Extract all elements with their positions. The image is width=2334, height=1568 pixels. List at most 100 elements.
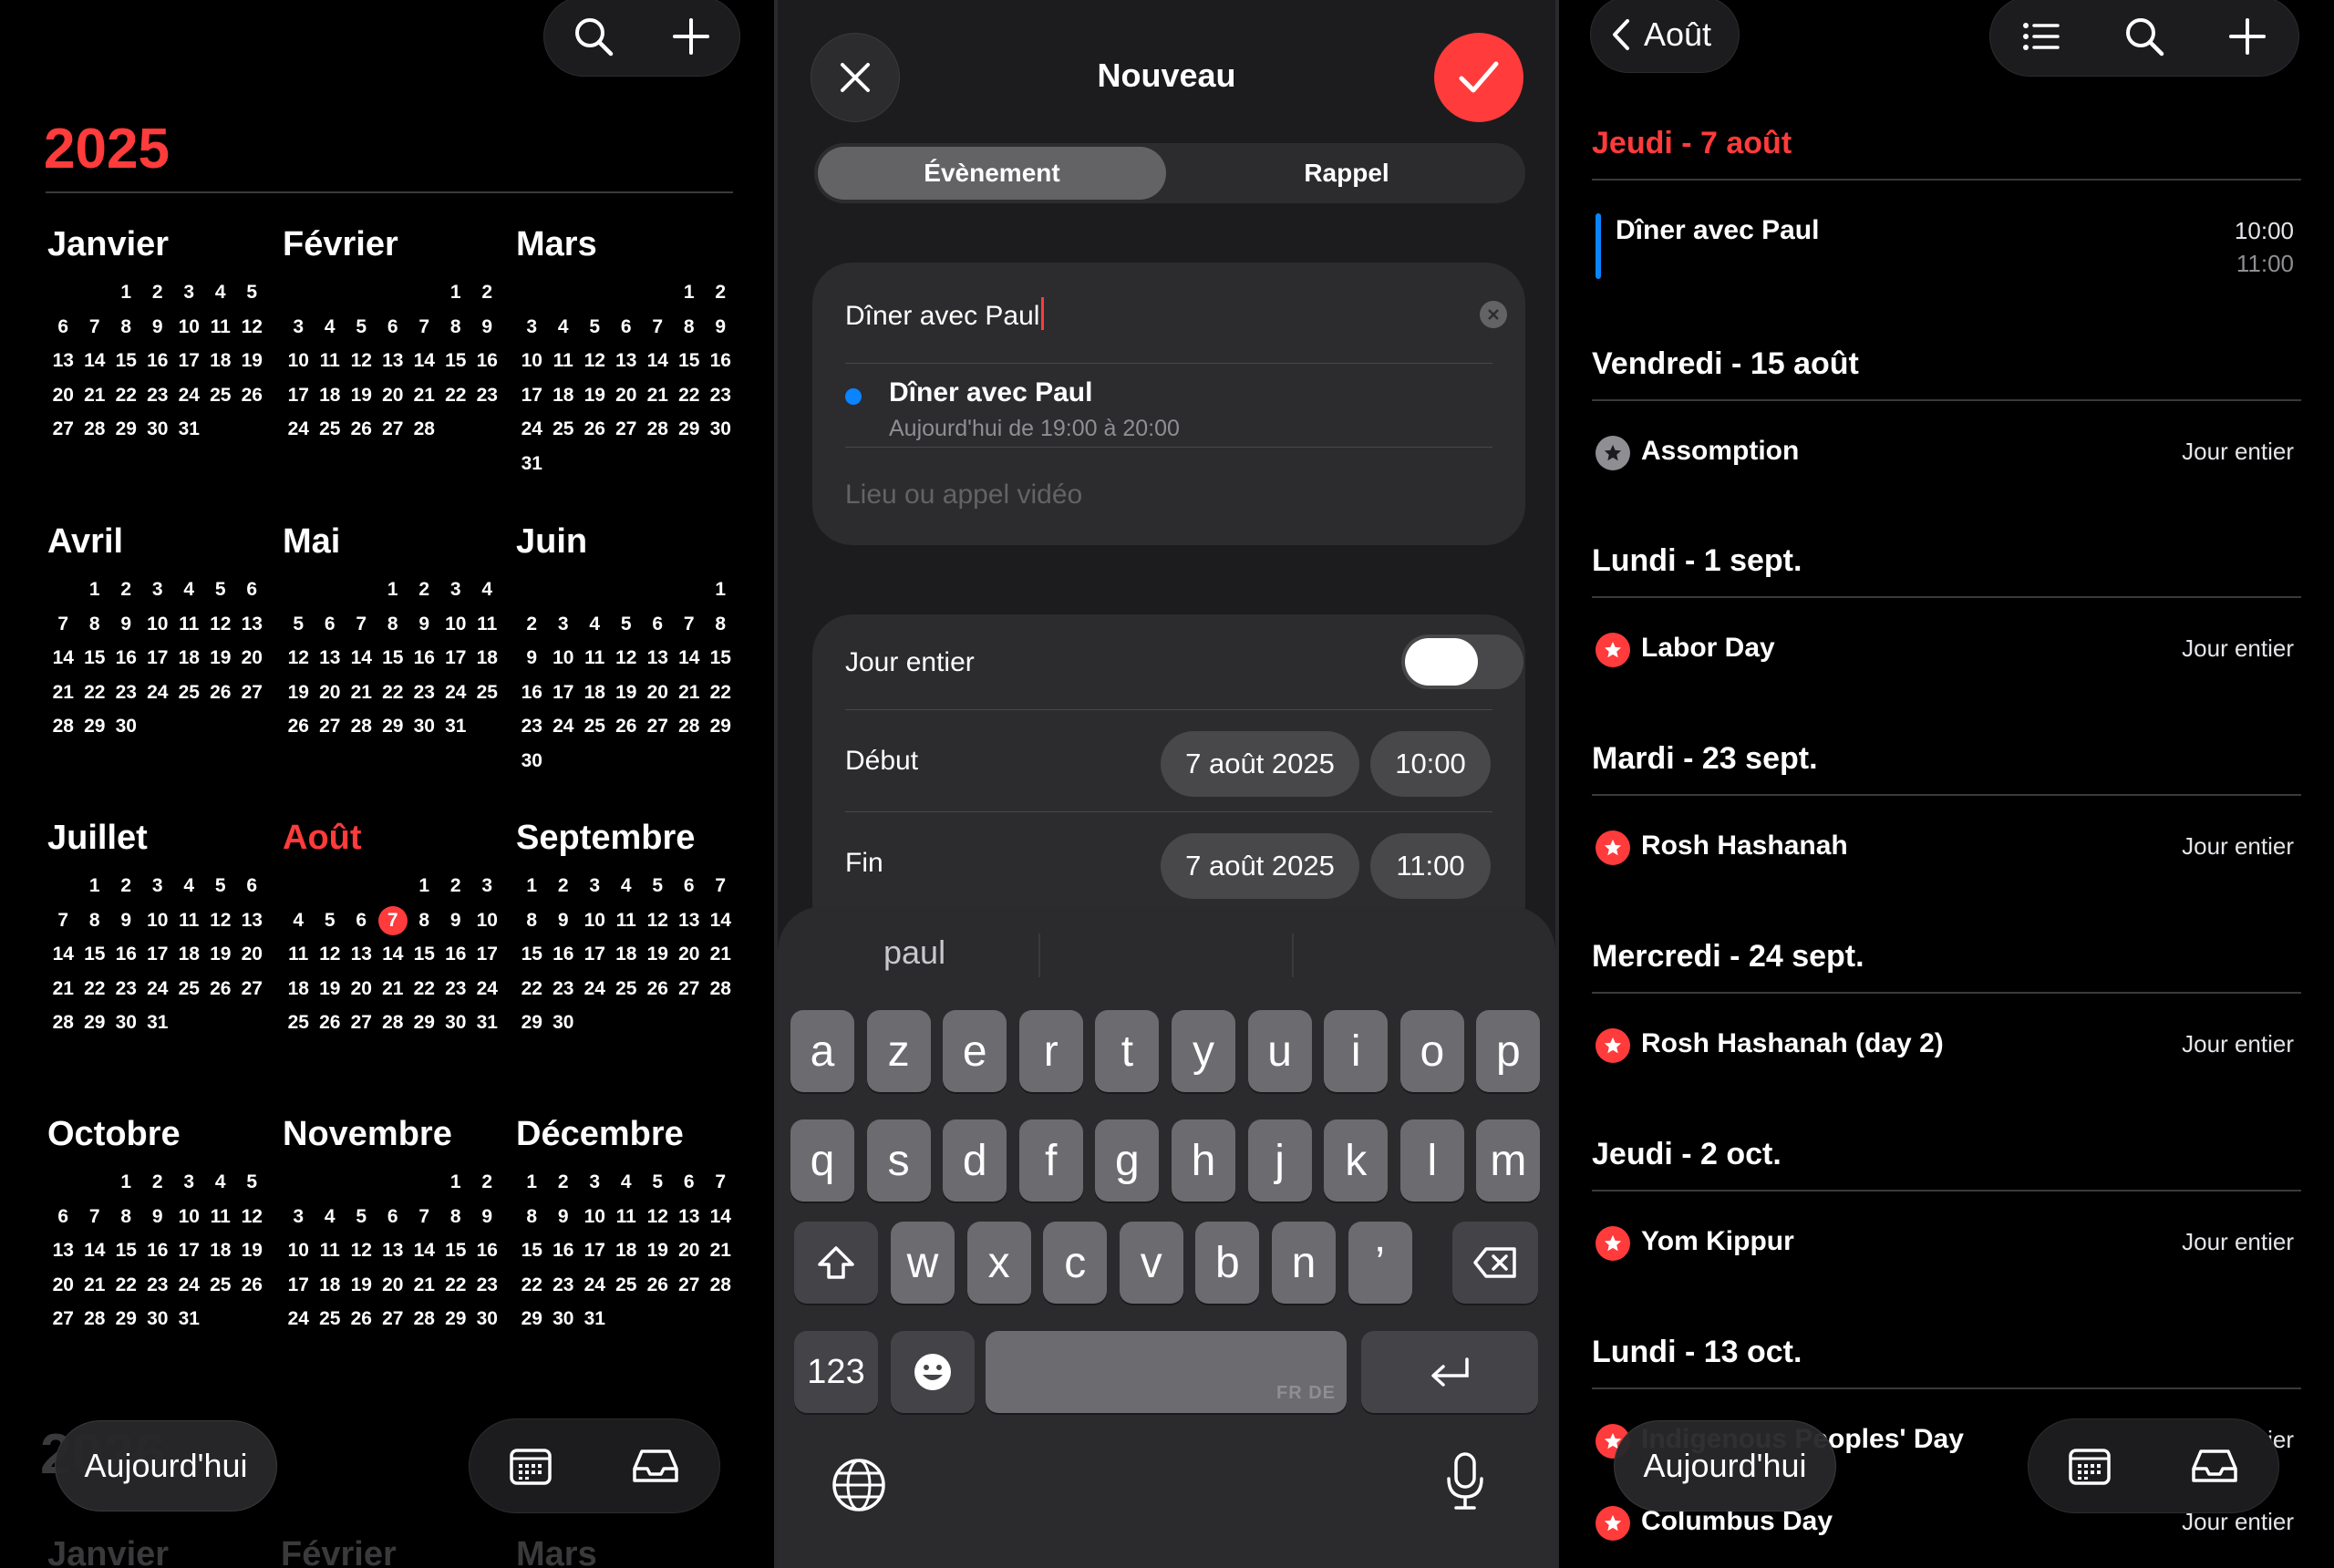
day-cell: 11 — [553, 350, 573, 371]
key-t[interactable]: t — [1095, 1010, 1160, 1092]
month-block[interactable]: Mars 1 2 3 4 5 6 7 8 9 10 11 12 13 14 15 16 17 18 19 20 21 22 2… — [516, 222, 744, 480]
month-block[interactable]: Janvier 1 2 3 4 5 6 7 8 9 10 11 12 13 14 15 16 17 18 19 20 21… — [47, 222, 275, 447]
key-j[interactable]: j — [1247, 1119, 1312, 1202]
list-icon[interactable] — [2021, 20, 2061, 53]
text-cursor — [1041, 297, 1045, 330]
plus-icon[interactable] — [2227, 16, 2267, 57]
numbers-key[interactable]: 123 — [794, 1331, 878, 1413]
event-title[interactable]: Yom Kippur — [1641, 1226, 1794, 1257]
day-cell: 16 — [709, 350, 731, 371]
back-button[interactable]: Août — [1590, 0, 1740, 73]
day-cell: 22 — [115, 1274, 137, 1295]
title-input[interactable]: Dîner avec Paul — [845, 297, 1045, 332]
key-u[interactable]: u — [1247, 1010, 1312, 1092]
keyboard-suggestion[interactable]: paul — [883, 934, 945, 972]
month-block[interactable]: Avril 1 2 3 4 5 6 7 8 9 10 11 12 13 14 15 16 17 18 19 20 21 22… — [47, 520, 275, 744]
key-c[interactable]: c — [1043, 1222, 1108, 1304]
start-date-button[interactable]: 7 août 2025 — [1161, 731, 1359, 797]
day-cell: 24 — [584, 977, 605, 999]
day-cell: 4 — [214, 1171, 226, 1192]
microphone-icon[interactable] — [1443, 1451, 1487, 1511]
day-cell: 9 — [120, 613, 132, 634]
day-cell: 10 — [521, 350, 542, 371]
month-block[interactable]: Octobre 1 2 3 4 5 6 7 8 9 10 11 12 13 14 15 16 17 18 19 20 21… — [47, 1112, 275, 1336]
key-l[interactable]: l — [1399, 1119, 1464, 1202]
key-b[interactable]: b — [1195, 1222, 1260, 1304]
day-cell: 14 — [84, 1240, 106, 1261]
start-time-button[interactable]: 10:00 — [1370, 731, 1491, 797]
key-n[interactable]: n — [1272, 1222, 1336, 1304]
key-w[interactable]: w — [891, 1222, 955, 1304]
key-r[interactable]: r — [1018, 1010, 1083, 1092]
month-block[interactable]: Juillet 1 2 3 4 5 6 7 8 9 10 11 12 13 14 15 16 17 18 19 20 21… — [47, 816, 275, 1040]
inbox-icon[interactable] — [631, 1447, 680, 1485]
key-h[interactable]: h — [1172, 1119, 1235, 1202]
today-button[interactable]: Aujourd'hui — [1614, 1420, 1836, 1511]
plus-icon[interactable] — [671, 16, 711, 57]
key-z[interactable]: z — [866, 1010, 931, 1092]
key-d[interactable]: d — [943, 1119, 1007, 1202]
month-block[interactable]: Décembre 1 2 3 4 5 6 7 8 9 10 11 12 13 14 15 16 17 18 19 20 2… — [516, 1112, 744, 1336]
emoji-key[interactable] — [891, 1331, 975, 1413]
month-block[interactable]: Novembre 1 2 3 4 5 6 7 8 9 10 11 12 13 14 15 16 17 18 19 20 2… — [283, 1112, 511, 1336]
key-y[interactable]: y — [1172, 1010, 1235, 1092]
event-title[interactable]: Rosh Hashanah (day 2) — [1641, 1028, 1944, 1059]
segment-reminder[interactable]: Rappel — [1172, 147, 1522, 200]
backspace-key[interactable] — [1452, 1222, 1538, 1304]
year-title[interactable]: 2025 — [44, 117, 170, 181]
key-s[interactable]: s — [866, 1119, 931, 1202]
calendar-icon[interactable] — [2068, 1446, 2112, 1486]
search-icon[interactable] — [573, 15, 614, 57]
day-cell: 17 — [445, 647, 467, 668]
day-cell: 10 — [287, 350, 309, 371]
key-o[interactable]: o — [1399, 1010, 1464, 1092]
month-block[interactable]: Juin 1 2 3 4 5 6 7 8 9 10 11 12 13 14 15 16 17 18 19 20 21 22 2… — [516, 520, 744, 778]
day-cell: 8 — [683, 315, 695, 337]
day-cell: 30 — [709, 418, 731, 439]
calendar-icon[interactable] — [509, 1446, 553, 1486]
key-i[interactable]: i — [1324, 1010, 1389, 1092]
location-input[interactable]: Lieu ou appel vidéo — [845, 480, 1082, 511]
key-apostrophe[interactable]: ’ — [1348, 1222, 1412, 1304]
search-icon[interactable] — [2123, 15, 2165, 57]
end-date-button[interactable]: 7 août 2025 — [1161, 833, 1359, 899]
space-key[interactable]: FR DE — [986, 1331, 1347, 1413]
today-button[interactable]: Aujourd'hui — [55, 1420, 277, 1511]
key-x[interactable]: x — [966, 1222, 1031, 1304]
return-key[interactable] — [1361, 1331, 1538, 1413]
event-title[interactable]: Dîner avec Paul — [1616, 215, 1819, 246]
key-m[interactable]: m — [1476, 1119, 1541, 1202]
day-cell: 18 — [476, 647, 498, 668]
event-title[interactable]: Labor Day — [1641, 633, 1775, 664]
key-e[interactable]: e — [943, 1010, 1007, 1092]
month-block[interactable]: Août 1 2 3 4 5 6 7 8 9 10 11 12 13 14 15 16 17 18 19 20 21 22 2… — [283, 816, 511, 1040]
key-p[interactable]: p — [1476, 1010, 1541, 1092]
globe-icon[interactable] — [831, 1457, 887, 1513]
day-cell: 13 — [646, 647, 668, 668]
day-cell: 8 — [88, 613, 100, 634]
month-block[interactable]: Février 1 2 3 4 5 6 7 8 9 10 11 12 13 14 15 16 17 18 19 20 21… — [283, 222, 511, 447]
key-g[interactable]: g — [1095, 1119, 1160, 1202]
clear-text-button[interactable] — [1480, 301, 1507, 328]
event-suggestion[interactable]: Dîner avec Paul Aujourd'hui de 19:00 à 2… — [812, 365, 1525, 445]
key-q[interactable]: q — [790, 1119, 854, 1202]
event-title[interactable]: Assomption — [1641, 436, 1799, 467]
key-f[interactable]: f — [1018, 1119, 1083, 1202]
end-time-button[interactable]: 11:00 — [1370, 833, 1491, 899]
segment-event[interactable]: Évènement — [818, 147, 1166, 200]
empty-cell — [346, 573, 377, 607]
key-a[interactable]: a — [790, 1010, 854, 1092]
month-name: Juillet — [47, 819, 148, 857]
day-cell: 18 — [178, 944, 200, 965]
month-block[interactable]: Mai 1 2 3 4 5 6 7 8 9 10 11 12 13 14 15 16 17 18 19 20 21 22 23… — [283, 520, 511, 744]
day-cell: 25 — [210, 384, 232, 406]
all-day-toggle[interactable] — [1401, 634, 1523, 689]
key-k[interactable]: k — [1324, 1119, 1389, 1202]
shift-key[interactable] — [794, 1222, 878, 1304]
confirm-button[interactable] — [1434, 33, 1523, 122]
event-title[interactable]: Rosh Hashanah — [1641, 830, 1848, 861]
day-header: Mardi - 23 sept. — [1592, 741, 1818, 776]
inbox-icon[interactable] — [2190, 1447, 2239, 1485]
key-v[interactable]: v — [1119, 1222, 1183, 1304]
month-block[interactable]: Septembre 1 2 3 4 5 6 7 8 9 10 11 12 13 14 15 16 17 18 19 20… — [516, 816, 744, 1040]
